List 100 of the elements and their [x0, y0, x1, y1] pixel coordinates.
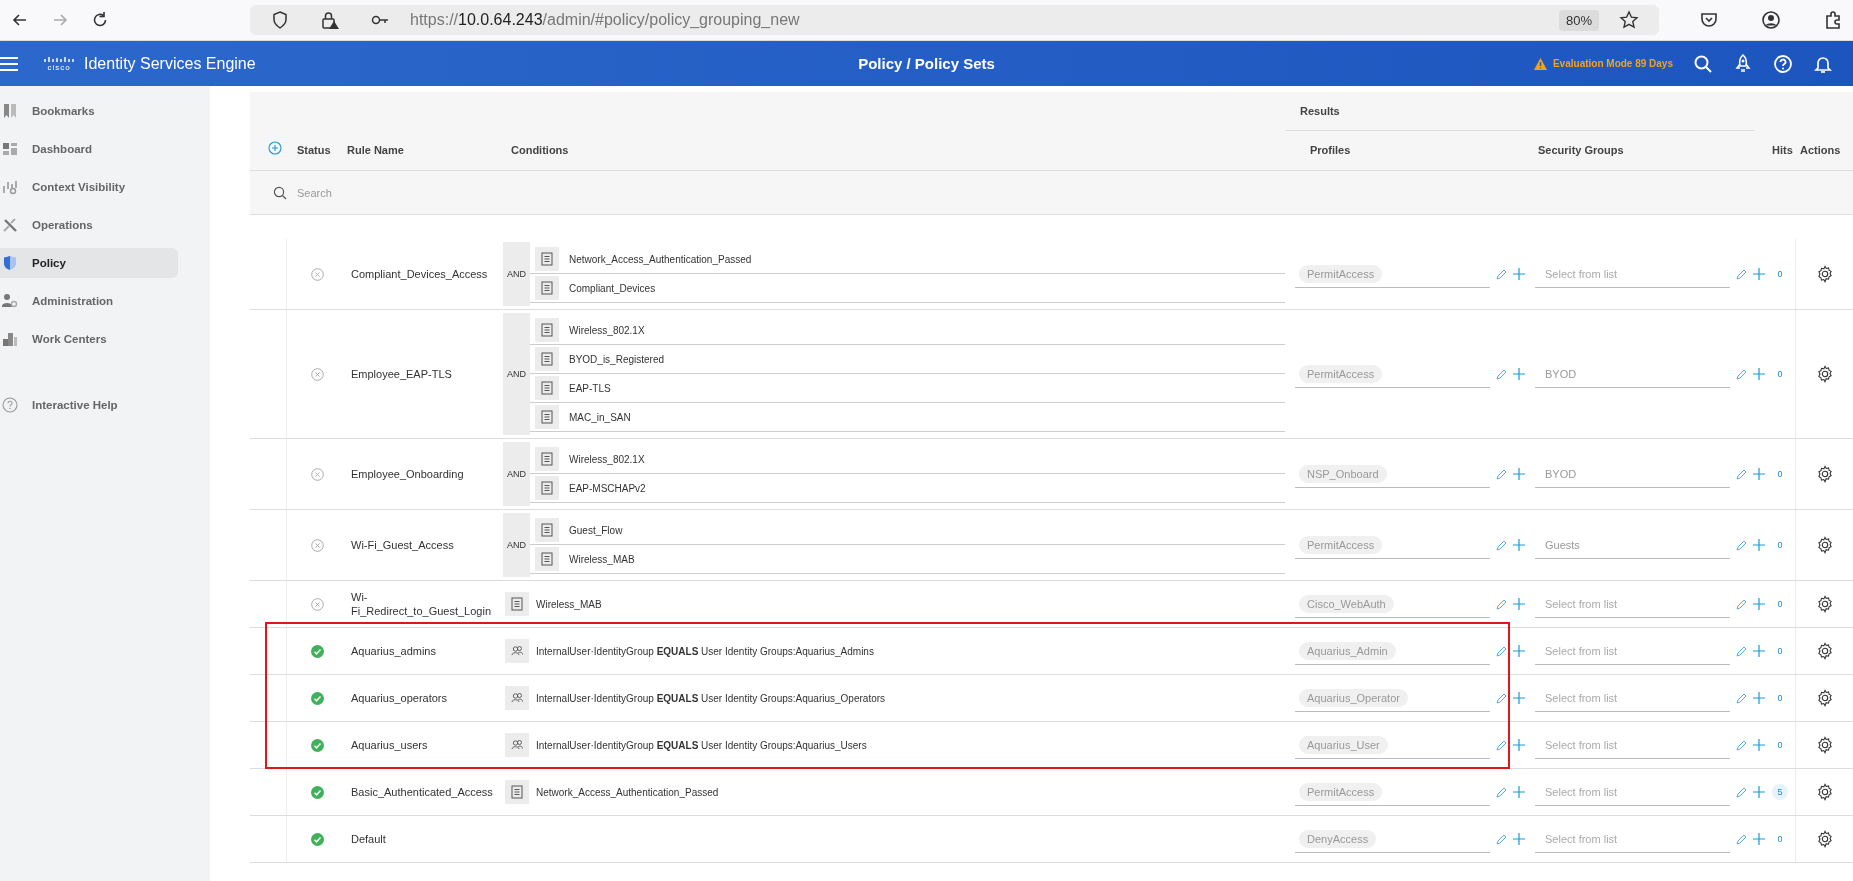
add-icon[interactable] [1753, 268, 1765, 280]
settings-icon[interactable] [1815, 783, 1834, 801]
puzzle-icon[interactable] [1823, 10, 1843, 30]
pencil-icon[interactable] [1496, 645, 1507, 657]
settings-icon[interactable] [1815, 736, 1834, 754]
pencil-icon[interactable] [1736, 268, 1747, 280]
settings-icon[interactable] [1815, 830, 1834, 848]
check-circle-icon[interactable] [310, 691, 324, 705]
check-circle-icon[interactable] [310, 832, 324, 846]
add-icon[interactable] [1513, 598, 1525, 610]
sidebar-item[interactable]: Policy [0, 248, 178, 278]
account-icon[interactable] [1761, 10, 1781, 30]
rocket-icon[interactable] [1733, 53, 1753, 74]
pencil-icon[interactable] [1736, 468, 1747, 480]
pencil-icon[interactable] [1736, 368, 1747, 380]
security-group-field[interactable]: Select from list [1535, 260, 1730, 288]
add-icon[interactable] [1753, 645, 1765, 657]
pencil-icon[interactable] [1736, 645, 1747, 657]
add-icon[interactable] [1513, 692, 1525, 704]
add-icon[interactable] [1513, 268, 1525, 280]
profile-field[interactable]: Cisco_WebAuth [1295, 590, 1490, 618]
sidebar-item[interactable]: Interactive Help [0, 390, 178, 420]
profile-field[interactable]: Aquarius_User [1295, 731, 1490, 759]
add-icon[interactable] [1513, 739, 1525, 751]
settings-icon[interactable] [1815, 465, 1834, 483]
settings-icon[interactable] [1815, 365, 1834, 383]
add-icon[interactable] [1753, 368, 1765, 380]
add-icon[interactable] [1753, 468, 1765, 480]
search-field[interactable]: Search [295, 185, 599, 200]
profile-field[interactable]: PermitAccess [1295, 531, 1490, 559]
profile-field[interactable]: PermitAccess [1295, 360, 1490, 388]
settings-icon[interactable] [1815, 642, 1834, 660]
add-icon[interactable] [268, 141, 282, 155]
profile-field[interactable]: NSP_Onboard [1295, 460, 1490, 488]
security-group-field[interactable]: Select from list [1535, 590, 1730, 618]
sidebar-item[interactable]: Dashboard [0, 134, 178, 164]
zoom-level-button[interactable]: 80% [1558, 9, 1599, 31]
settings-icon[interactable] [1815, 689, 1834, 707]
sidebar-item[interactable]: Bookmarks [0, 96, 178, 126]
check-circle-icon[interactable] [310, 644, 324, 658]
hit-count-link[interactable]: 0 [1772, 643, 1788, 659]
security-group-field[interactable]: BYOD [1535, 360, 1730, 388]
close-circle-icon[interactable] [310, 467, 324, 481]
add-icon[interactable] [1513, 833, 1525, 845]
add-icon[interactable] [1753, 833, 1765, 845]
add-icon[interactable] [1513, 786, 1525, 798]
pocket-icon[interactable] [1699, 10, 1719, 30]
close-circle-icon[interactable] [310, 538, 324, 552]
security-group-field[interactable]: Select from list [1535, 684, 1730, 712]
profile-field[interactable]: DenyAccess [1295, 825, 1490, 853]
pencil-icon[interactable] [1736, 833, 1747, 845]
help-icon[interactable] [1773, 53, 1793, 74]
profile-field[interactable]: PermitAccess [1295, 260, 1490, 288]
add-icon[interactable] [1513, 645, 1525, 657]
security-group-field[interactable]: Select from list [1535, 731, 1730, 759]
sidebar-item[interactable]: Operations [0, 210, 178, 240]
check-circle-icon[interactable] [310, 785, 324, 799]
add-icon[interactable] [1753, 539, 1765, 551]
url-text[interactable]: https://10.0.64.243/admin/#policy/policy_grouping_new [410, 11, 1549, 29]
pencil-icon[interactable] [1496, 539, 1507, 551]
pencil-icon[interactable] [1496, 833, 1507, 845]
pencil-icon[interactable] [1736, 539, 1747, 551]
hit-count-link[interactable]: 5 [1772, 784, 1788, 800]
add-icon[interactable] [1753, 692, 1765, 704]
pencil-icon[interactable] [1736, 786, 1747, 798]
pencil-icon[interactable] [1496, 598, 1507, 610]
pencil-icon[interactable] [1496, 468, 1507, 480]
pencil-icon[interactable] [1496, 786, 1507, 798]
hit-count-link[interactable]: 0 [1772, 537, 1788, 553]
profile-field[interactable]: PermitAccess [1295, 778, 1490, 806]
hit-count-link[interactable]: 0 [1772, 831, 1788, 847]
pencil-icon[interactable] [1736, 739, 1747, 751]
profile-field[interactable]: Aquarius_Operator [1295, 684, 1490, 712]
search-icon[interactable] [1693, 53, 1713, 74]
hit-count-link[interactable]: 0 [1772, 737, 1788, 753]
pencil-icon[interactable] [1736, 692, 1747, 704]
hit-count-link[interactable]: 0 [1772, 596, 1788, 612]
add-icon[interactable] [1513, 468, 1525, 480]
sidebar-item[interactable]: Administration [0, 286, 178, 316]
security-group-field[interactable]: Guests [1535, 531, 1730, 559]
pencil-icon[interactable] [1736, 598, 1747, 610]
star-icon[interactable] [1619, 10, 1639, 30]
security-group-field[interactable]: Select from list [1535, 637, 1730, 665]
security-group-field[interactable]: Select from list [1535, 778, 1730, 806]
add-icon[interactable] [1753, 739, 1765, 751]
settings-icon[interactable] [1815, 265, 1834, 283]
menu-icon[interactable] [0, 56, 18, 71]
add-icon[interactable] [1513, 539, 1525, 551]
settings-icon[interactable] [1815, 536, 1834, 554]
profile-field[interactable]: Aquarius_Admin [1295, 637, 1490, 665]
hit-count-link[interactable]: 0 [1772, 690, 1788, 706]
sidebar-item[interactable]: Context Visibility [0, 172, 178, 202]
pencil-icon[interactable] [1496, 739, 1507, 751]
add-icon[interactable] [1753, 598, 1765, 610]
close-circle-icon[interactable] [310, 597, 324, 611]
add-icon[interactable] [1753, 786, 1765, 798]
sidebar-item[interactable]: Work Centers [0, 324, 178, 354]
security-group-field[interactable]: Select from list [1535, 825, 1730, 853]
pencil-icon[interactable] [1496, 268, 1507, 280]
settings-icon[interactable] [1815, 595, 1834, 613]
